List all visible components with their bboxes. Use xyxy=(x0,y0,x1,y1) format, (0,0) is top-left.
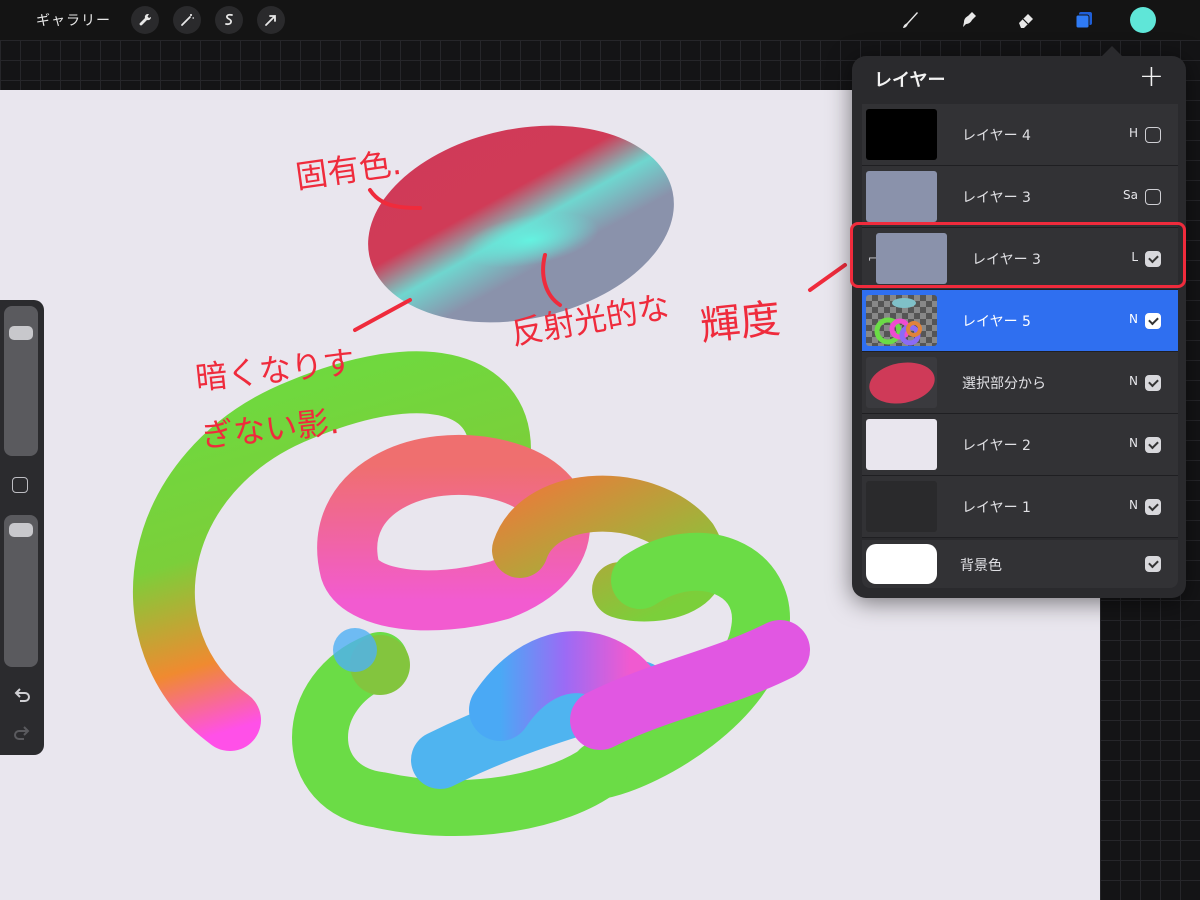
smudge-icon[interactable] xyxy=(948,0,988,40)
visibility-checkbox[interactable] xyxy=(1145,375,1161,391)
annotation-luminance: 輝度 xyxy=(698,295,783,351)
layer-name: レイヤー 2 xyxy=(962,438,1031,454)
layer-thumbnail xyxy=(866,109,937,160)
gallery-button[interactable]: ギャラリー xyxy=(36,10,111,30)
blend-mode-button[interactable]: N xyxy=(1129,436,1138,450)
visibility-checkbox[interactable] xyxy=(1145,499,1161,515)
eraser-icon[interactable] xyxy=(1006,0,1046,40)
magic-wand-icon[interactable] xyxy=(173,6,201,34)
visibility-checkbox[interactable] xyxy=(1145,437,1161,453)
layer-thumbnail xyxy=(876,233,947,284)
left-sidebar xyxy=(0,300,44,755)
layer-row[interactable]: レイヤー 2 N xyxy=(862,414,1178,476)
background-color-swatch[interactable] xyxy=(866,544,937,584)
visibility-checkbox[interactable] xyxy=(1145,189,1161,205)
layer-thumbnail xyxy=(866,481,937,532)
opacity-slider[interactable] xyxy=(4,515,38,667)
wrench-icon[interactable] xyxy=(131,6,159,34)
layer-name: レイヤー 3 xyxy=(962,190,1031,206)
layer-row-active[interactable]: レイヤー 5 N xyxy=(862,290,1178,352)
undo-icon[interactable] xyxy=(11,685,33,707)
blend-mode-button[interactable]: Sa xyxy=(1123,188,1138,202)
visibility-checkbox[interactable] xyxy=(1145,556,1161,572)
transform-arrow-icon[interactable] xyxy=(257,6,285,34)
blend-mode-button[interactable]: N xyxy=(1129,498,1138,512)
blend-mode-button[interactable]: N xyxy=(1129,374,1138,388)
selection-icon[interactable] xyxy=(215,6,243,34)
layer-row[interactable]: 選択部分から N xyxy=(862,352,1178,414)
layer-row-clipped[interactable]: ⌐ レイヤー 3 L xyxy=(862,228,1178,290)
layer-row[interactable]: レイヤー 4 H xyxy=(862,104,1178,166)
layers-icon[interactable] xyxy=(1064,0,1104,40)
opacity-knob[interactable] xyxy=(9,523,33,537)
add-layer-button[interactable]: + xyxy=(1139,62,1164,92)
blend-mode-button[interactable]: N xyxy=(1129,312,1138,326)
layer-list: レイヤー 4 H レイヤー 3 Sa ⌐ レイヤー 3 L レイヤー 5 N 選… xyxy=(862,104,1178,538)
layer-thumbnail xyxy=(866,419,937,470)
brush-size-slider[interactable] xyxy=(4,306,38,456)
layer-row[interactable]: レイヤー 3 Sa xyxy=(862,166,1178,228)
layer-thumbnail xyxy=(866,171,937,222)
layer-row[interactable]: レイヤー 1 N xyxy=(862,476,1178,538)
layer-name: 選択部分から xyxy=(962,376,1046,392)
layer-name: レイヤー 5 xyxy=(962,314,1031,330)
background-color-label: 背景色 xyxy=(960,558,1002,574)
layer-name: レイヤー 3 xyxy=(972,252,1041,268)
visibility-checkbox[interactable] xyxy=(1145,251,1161,267)
layer-name: レイヤー 4 xyxy=(962,128,1031,144)
blend-mode-button[interactable]: H xyxy=(1129,126,1138,140)
layer-name: レイヤー 1 xyxy=(962,500,1031,516)
brush-size-knob[interactable] xyxy=(9,326,33,340)
visibility-checkbox[interactable] xyxy=(1145,313,1161,329)
blend-mode-button[interactable]: L xyxy=(1131,250,1138,264)
background-color-row[interactable]: 背景色 xyxy=(862,540,1178,588)
annotation-soft-shadow: 暗くなりすぎない影. xyxy=(193,342,357,456)
color-picker-button[interactable] xyxy=(1130,7,1156,33)
modify-button[interactable] xyxy=(12,477,28,493)
top-toolbar: ギャラリー xyxy=(0,0,1200,40)
redo-icon[interactable] xyxy=(11,723,33,745)
layer-thumbnail xyxy=(866,295,937,346)
visibility-checkbox[interactable] xyxy=(1145,127,1161,143)
brush-icon[interactable] xyxy=(890,0,930,40)
layer-thumbnail xyxy=(866,357,937,408)
layers-panel: レイヤー + レイヤー 4 H レイヤー 3 Sa ⌐ レイヤー 3 L レイヤ… xyxy=(852,46,1186,598)
layers-panel-title: レイヤー xyxy=(874,70,946,91)
